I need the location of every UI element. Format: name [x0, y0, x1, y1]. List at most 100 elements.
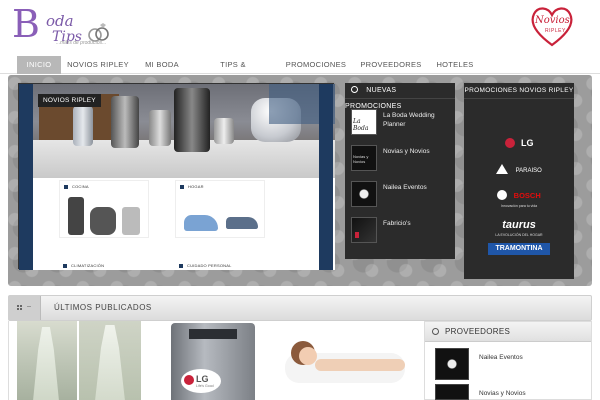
slider-border-left [19, 84, 33, 270]
post-wedding-dress-1[interactable] [17, 321, 77, 400]
lg-brand-sub: Life's Good [196, 384, 214, 388]
proveedor-label: Novias y Novios [479, 390, 526, 397]
promociones-novios-panel: PROMOCIONES NOVIOS RIPLEY LG PARAISO BOS… [464, 83, 574, 279]
main-nav: INICIO NOVIOS RIPLEY MI BODA TIPS & TEND… [0, 56, 600, 87]
brand-paraiso[interactable]: PARAISO [464, 159, 574, 177]
ultimos-publicados-title: ÚLTIMOS PUBLICADOS [54, 303, 152, 312]
lg-logo-icon [504, 138, 515, 148]
promo-thumb: La Boda [351, 109, 377, 135]
brand-tramontina[interactable]: TRAMONTINA [488, 243, 550, 255]
partner-logo-line1: Novios [535, 15, 570, 26]
site-header: B oda Tips ...miles de productos... Novi… [0, 0, 600, 56]
brand-lg[interactable]: LG [464, 133, 574, 151]
brand-name: taurus [502, 219, 536, 231]
paraiso-triangle-icon [496, 164, 509, 174]
category-square-icon [180, 185, 184, 189]
nav-item-novios-ripley[interactable]: NOVIOS RIPLEY [66, 56, 130, 74]
category-label: HOGAR [188, 184, 204, 189]
proveedor-thumb [435, 384, 469, 400]
nuevas-promociones-header: NUEVAS PROMOCIONES [345, 83, 455, 110]
appliance-shape [122, 207, 140, 235]
iron-shape [226, 217, 258, 229]
category-box-cocina[interactable]: COCINA [59, 180, 149, 238]
washer-panel [189, 329, 237, 339]
category-label: COCINA [72, 184, 89, 189]
proveedor-label: Nailea Eventos [479, 354, 523, 361]
nav-item-proveedores[interactable]: PROVEEDORES [358, 56, 424, 74]
category-label: CUIDADO PERSONAL [187, 263, 232, 268]
category-square-icon [63, 264, 67, 268]
proveedores-panel: PROVEEDORES Nailea Eventos Novias y Novi… [424, 321, 592, 400]
nav-item-mi-boda[interactable]: MI BODA [140, 56, 184, 74]
slider-tag[interactable]: NOVIOS RIPLEY [38, 94, 101, 107]
brand-subtitle: LA EVOLUCIÓN DEL HOGAR [495, 233, 543, 237]
ultimos-publicados-bar: ÚLTIMOS PUBLICADOS [8, 295, 592, 321]
nav-item-hoteles[interactable]: HOTELES [433, 56, 477, 74]
category-square-icon [64, 185, 68, 189]
post-wedding-dress-2[interactable] [79, 321, 141, 400]
promo-item[interactable]: Novias y Novios Novias y Novios [351, 145, 451, 173]
posts-grid: LG Life's Good [8, 321, 421, 400]
lg-badge: LG Life's Good [181, 369, 221, 393]
brand-taurus[interactable]: taurus LA EVOLUCIÓN DEL HOGAR [464, 215, 574, 237]
nav-item-promociones[interactable]: PROMOCIONES [283, 56, 349, 74]
juicer-shape [174, 88, 210, 152]
brand-name: PARAISO [515, 168, 542, 174]
logo-boda-text: oda [46, 12, 74, 30]
post-lg-washing-machine[interactable]: LG Life's Good [159, 321, 259, 400]
heart-icon [531, 7, 573, 47]
arm-shape [315, 359, 405, 371]
appliance-shape [68, 197, 84, 235]
mixer-shape [149, 110, 171, 146]
nav-item-tips-tendencias[interactable]: TIPS & TENDENCIAS [194, 56, 272, 87]
hero-slider[interactable]: COCINA HOGAR CLIMATIZACIÓN CUIDADO PERSO… [18, 83, 335, 270]
promo-item[interactable]: Nailea Eventos [351, 181, 451, 209]
promo-item[interactable]: Fabricio's [351, 217, 451, 245]
brand-subtitle: Innovación para tu vida [500, 204, 538, 208]
kettle-shape [73, 106, 93, 146]
proveedores-title: PROVEEDORES [445, 327, 511, 336]
category-box-hogar[interactable]: HOGAR [175, 180, 265, 238]
promo-item[interactable]: La Boda La Boda Wedding Planner [351, 109, 451, 137]
hero-band: COCINA HOGAR CLIMATIZACIÓN CUIDADO PERSO… [8, 75, 592, 286]
brand-name: BOSCH [513, 191, 541, 200]
circle-icon [432, 328, 439, 335]
appliance-shape [90, 207, 116, 235]
slide-categories: COCINA HOGAR CLIMATIZACIÓN CUIDADO PERSO… [19, 178, 335, 270]
promo-thumb [351, 217, 377, 243]
page: B oda Tips ...miles de productos... Novi… [0, 0, 600, 400]
grid-view-button[interactable] [9, 296, 41, 320]
circle-icon [351, 86, 358, 93]
promo-thumb-text: La Boda [353, 118, 369, 132]
brand-bosch[interactable]: BOSCH Innovación para tu vida [464, 185, 574, 208]
post-sleeping-woman[interactable] [277, 321, 421, 400]
brand-name: LG [520, 138, 534, 148]
promo-thumb [351, 181, 377, 207]
promo-thumb: Novias y Novios [351, 145, 377, 171]
promociones-novios-title: PROMOCIONES NOVIOS RIPLEY [464, 83, 574, 99]
promo-label: Novias y Novios [383, 148, 430, 155]
blender-shape [111, 96, 139, 148]
nuevas-promociones-panel: NUEVAS PROMOCIONES La Boda La Boda Weddi… [345, 83, 455, 259]
dress-shape [33, 327, 59, 400]
lg-logo-icon [184, 375, 194, 385]
category-square-icon [179, 264, 183, 268]
promo-thumb-mark [355, 232, 359, 238]
logo-b-letter: B [12, 2, 40, 46]
category-label: CLIMATIZACIÓN [71, 263, 105, 268]
novios-ripley-logo[interactable]: Novios RIPLEY [528, 2, 576, 50]
promo-thumb-text: Novias y Novios [353, 154, 369, 164]
dress-shape [95, 325, 125, 400]
partner-logo-line2: RIPLEY [545, 28, 566, 34]
proveedores-header: PROVEEDORES [425, 322, 591, 342]
promo-label: La Boda Wedding Planner [383, 112, 435, 128]
iron-shape [184, 215, 218, 231]
lg-brand-text: LG [196, 374, 209, 384]
logo-tagline: ...miles de productos... [56, 40, 107, 46]
proveedor-thumb [435, 348, 469, 380]
nav-item-inicio[interactable]: INICIO [17, 56, 61, 74]
promo-label: Fabricio's [383, 220, 411, 227]
promo-label: Nailea Eventos [383, 184, 427, 191]
slider-border-right [319, 84, 333, 270]
toaster-shape [214, 118, 234, 144]
